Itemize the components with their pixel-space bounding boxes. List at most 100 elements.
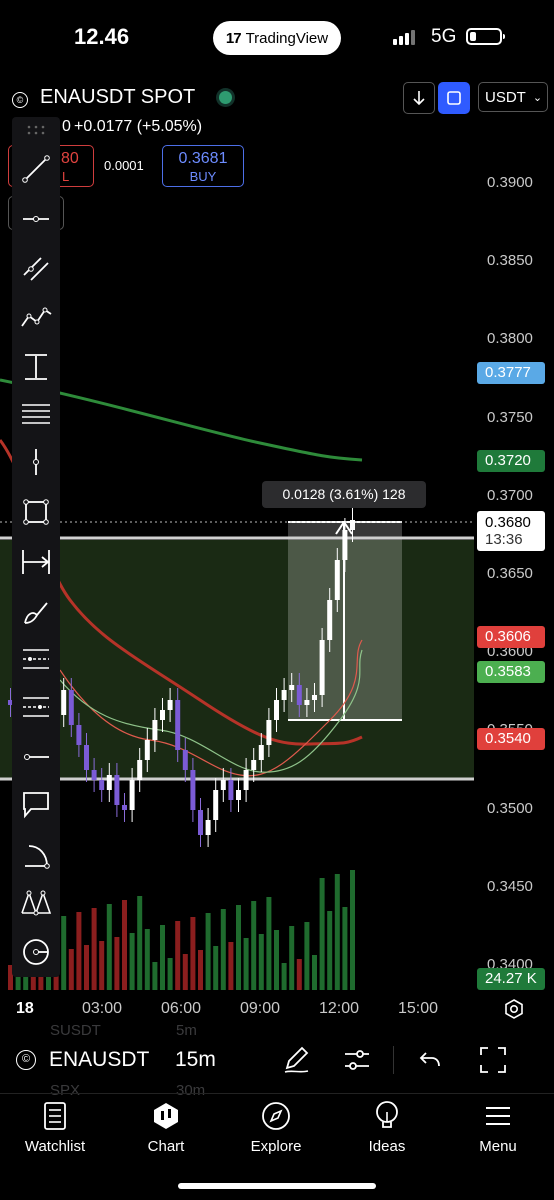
candle-body bbox=[220, 780, 226, 790]
price-label-green-ma: 0.3720 bbox=[477, 450, 545, 472]
volume-label: 24.27 K bbox=[477, 968, 545, 990]
candle-body bbox=[137, 760, 143, 780]
volume-bar bbox=[76, 912, 82, 990]
candle-body bbox=[152, 720, 158, 740]
candle-body bbox=[213, 790, 219, 820]
price-tick-label: 0.3750 bbox=[487, 408, 533, 426]
nav-ideas[interactable]: Ideas bbox=[337, 1100, 437, 1155]
price-tick-label: 0.3450 bbox=[487, 877, 533, 895]
interval-button[interactable]: 15m bbox=[175, 1048, 216, 1072]
candle-body bbox=[266, 720, 272, 745]
volume-bar bbox=[190, 917, 196, 990]
indicators-sliders-icon[interactable] bbox=[343, 1046, 371, 1074]
volume-bar bbox=[319, 878, 325, 990]
callout-tool[interactable] bbox=[12, 784, 60, 824]
cycle-icon bbox=[23, 939, 49, 965]
toolbar-divider bbox=[393, 1046, 394, 1074]
volume-bar bbox=[296, 959, 302, 990]
volume-bar bbox=[213, 946, 219, 990]
time-label-1500: 15:00 bbox=[398, 1000, 439, 1017]
candle-body bbox=[167, 700, 173, 710]
nav-chart[interactable]: Chart bbox=[116, 1100, 216, 1155]
arc-tool[interactable] bbox=[12, 835, 60, 875]
download-button[interactable] bbox=[403, 82, 435, 114]
trend-line-tool[interactable] bbox=[12, 149, 60, 189]
candle-body bbox=[342, 530, 348, 560]
symbol-title[interactable]: ENAUSDT SPOT bbox=[40, 86, 195, 109]
currency-select[interactable]: USDT ⌄ bbox=[478, 82, 548, 112]
volume-bar bbox=[61, 916, 67, 990]
current-price: 0.3680 bbox=[485, 514, 531, 531]
callout-icon bbox=[23, 792, 49, 819]
date-range-tool[interactable] bbox=[12, 542, 60, 582]
chart-icon bbox=[154, 1103, 178, 1129]
volume-bar bbox=[350, 870, 355, 990]
volume-bar bbox=[137, 896, 143, 990]
volume-bar bbox=[243, 938, 249, 990]
draw-pen-icon[interactable] bbox=[282, 1044, 310, 1074]
rectangle-tool[interactable] bbox=[12, 492, 60, 532]
ghost-interval-2: 30m bbox=[176, 1082, 206, 1099]
volume-bar bbox=[334, 874, 340, 990]
ray-tool[interactable] bbox=[12, 737, 60, 777]
candle-body bbox=[319, 640, 325, 695]
volume-bar bbox=[220, 909, 226, 990]
candle-body bbox=[61, 690, 67, 715]
sell-label: L bbox=[62, 169, 70, 184]
long-position-icon bbox=[23, 649, 49, 669]
price-label-red-slow: 0.3540 bbox=[477, 728, 545, 750]
candle-body bbox=[236, 790, 241, 800]
volume-bar bbox=[129, 933, 135, 990]
fib-retracement-tool[interactable] bbox=[12, 395, 60, 435]
fullscreen-corners-icon[interactable] bbox=[479, 1046, 507, 1074]
price-range-tool[interactable] bbox=[12, 347, 60, 387]
fib-icon bbox=[22, 404, 50, 424]
cycle-tool[interactable] bbox=[12, 932, 60, 972]
long-position-tool[interactable] bbox=[12, 639, 60, 679]
volume-bar bbox=[327, 911, 333, 990]
price-label-green-fast: 0.3583 bbox=[477, 661, 545, 683]
buy-button[interactable]: 0.3681 BUY bbox=[162, 145, 244, 187]
candle-body bbox=[289, 685, 295, 690]
volume-bar bbox=[304, 922, 310, 990]
buy-price: 0.3681 bbox=[178, 150, 228, 167]
time-label-0600: 06:00 bbox=[161, 1000, 202, 1017]
ray-icon bbox=[24, 754, 49, 760]
bottom-symbol-button[interactable]: ENAUSDT bbox=[49, 1048, 149, 1072]
nav-explore[interactable]: Explore bbox=[226, 1100, 326, 1155]
nav-watchlist[interactable]: Watchlist bbox=[5, 1100, 105, 1155]
hamburger-icon bbox=[486, 1107, 510, 1125]
short-position-tool[interactable] bbox=[12, 687, 60, 727]
settings-gear-icon[interactable] bbox=[503, 998, 525, 1020]
parallel-channel-tool[interactable] bbox=[12, 248, 60, 288]
fullscreen-toggle-button[interactable] bbox=[438, 82, 470, 114]
candle-body bbox=[251, 760, 257, 770]
buy-label: BUY bbox=[189, 169, 217, 184]
date-range-icon bbox=[22, 550, 50, 574]
home-indicator bbox=[178, 1183, 376, 1189]
volume-bar bbox=[258, 934, 264, 990]
pattern-tool[interactable] bbox=[12, 297, 60, 337]
ghost-symbol-1: SUSDT bbox=[50, 1022, 101, 1039]
brush-tool[interactable] bbox=[12, 592, 60, 632]
volume-bar bbox=[160, 925, 165, 990]
lightbulb-icon bbox=[376, 1101, 398, 1128]
volume-bar bbox=[91, 908, 97, 990]
volume-bar bbox=[289, 926, 295, 990]
symbol-icon: © bbox=[12, 92, 28, 108]
price-label-red-ma: 0.3606 bbox=[477, 626, 545, 648]
xabcd-pattern-tool[interactable] bbox=[12, 882, 60, 922]
volume-bar bbox=[114, 937, 120, 990]
vertical-line-tool[interactable] bbox=[12, 442, 60, 482]
volume-bar bbox=[122, 900, 127, 990]
undo-icon[interactable] bbox=[418, 1050, 442, 1070]
price-range-zone bbox=[0, 540, 474, 778]
horizontal-line-tool[interactable] bbox=[12, 199, 60, 239]
drag-handle-icon[interactable] bbox=[26, 125, 46, 135]
ghost-interval-1: 5m bbox=[176, 1022, 197, 1039]
horizontal-line-icon bbox=[23, 216, 49, 222]
currency-value: USDT bbox=[485, 88, 526, 106]
price-tick-label: 0.3500 bbox=[487, 799, 533, 817]
nav-menu[interactable]: Menu bbox=[448, 1100, 548, 1155]
price-tick-label: 0.3650 bbox=[487, 565, 533, 582]
